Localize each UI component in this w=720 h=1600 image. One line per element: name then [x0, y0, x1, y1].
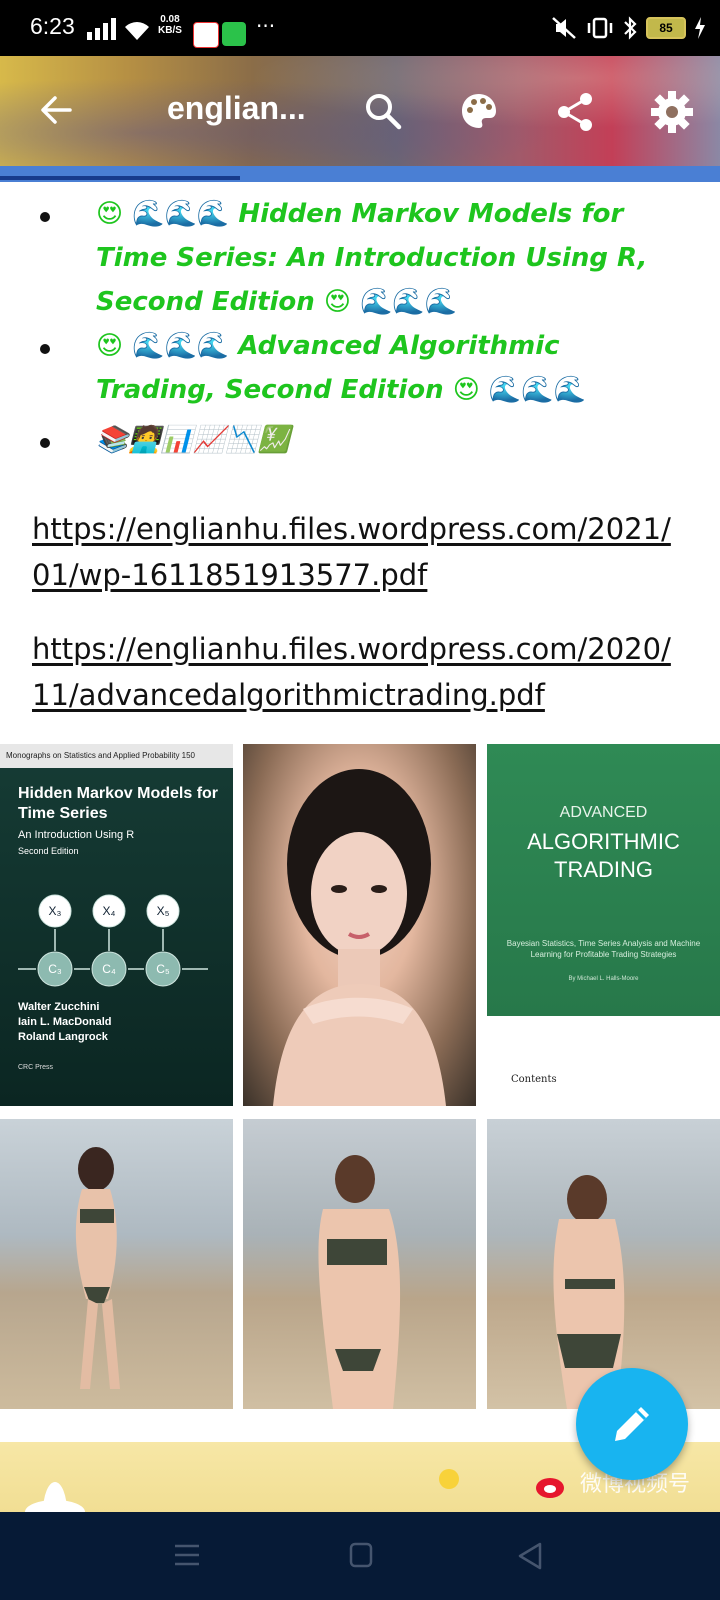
- share-icon[interactable]: [556, 92, 594, 132]
- emoji-suffix: 😍 🌊🌊🌊: [452, 375, 586, 405]
- system-nav-bar: [0, 1512, 720, 1600]
- search-icon[interactable]: [364, 92, 402, 130]
- status-right-icons: 85: [550, 16, 706, 40]
- cover-edition: Second Edition: [18, 846, 79, 856]
- status-bar: 6:23 0.08 KB/S ··· 85: [0, 0, 720, 56]
- book-list: 😍 🌊🌊🌊 Hidden Markov Models for Time Seri…: [0, 192, 720, 462]
- contents-heading: Contents: [511, 1074, 557, 1085]
- cover-author: By Michael L. Halls-Moore: [568, 976, 639, 982]
- emoji-prefix: 😍 🌊🌊🌊: [96, 331, 230, 361]
- back-triangle-icon[interactable]: [518, 1542, 542, 1570]
- hmm-book-cover-image[interactable]: Monographs on Statistics and Applied Pro…: [0, 744, 233, 1106]
- node-c4: C₄: [102, 962, 116, 976]
- battery-indicator: 85: [646, 17, 686, 39]
- more-notifications-icon: ···: [256, 14, 276, 38]
- cover-authors: Walter Zucchini Iain L. MacDonald Roland…: [18, 1000, 112, 1045]
- app-notification-icon: [193, 22, 219, 48]
- cover-publisher: CRC Press: [18, 1064, 54, 1071]
- beach-photo-1[interactable]: [0, 1119, 233, 1409]
- author: Roland Langrock: [18, 1031, 108, 1043]
- weibo-icon: [536, 1478, 564, 1498]
- pdf-link-aat[interactable]: https://englianhu.files.wordpress.com/20…: [32, 626, 672, 718]
- daisy-decoration: [25, 1482, 85, 1514]
- portrait-figure: [273, 769, 446, 1106]
- portrait-photo[interactable]: [243, 744, 476, 1106]
- network-speed-unit: KB/S: [158, 25, 182, 36]
- beach-figure: [318, 1155, 401, 1409]
- emoji-row: 📚🧑‍💻📊📈📉💹: [96, 425, 291, 455]
- beach-photo-3[interactable]: [487, 1119, 720, 1409]
- gear-icon[interactable]: [650, 90, 694, 134]
- pencil-icon: [615, 1407, 649, 1441]
- cover-title-line1: ADVANCED: [559, 804, 648, 821]
- pdf-link-hmm[interactable]: https://englianhu.files.wordpress.com/20…: [32, 506, 672, 598]
- edit-fab-button[interactable]: [576, 1368, 688, 1480]
- sun-decoration: [439, 1469, 459, 1489]
- beach-figure: [553, 1175, 625, 1409]
- cover-title-main: ALGORITHMIC TRADING: [487, 828, 720, 884]
- status-time: 6:23: [30, 13, 75, 39]
- cover-subtitle: An Introduction Using R: [18, 829, 135, 841]
- list-item: 📚🧑‍💻📊📈📉💹: [40, 418, 676, 462]
- markov-diagram: X₃ X₄ X₅ C₃ C₄ C₅: [18, 894, 208, 987]
- cover-series: Monographs on Statistics and Applied Pro…: [0, 744, 233, 768]
- reading-progress-fill: [0, 176, 240, 180]
- node-x3: X₃: [49, 904, 62, 918]
- cover-title: Hidden Markov Models for Time Series: [18, 785, 219, 822]
- page-title: englian...: [167, 90, 306, 126]
- home-square-icon[interactable]: [349, 1542, 373, 1568]
- node-c5: C₅: [156, 962, 170, 976]
- mute-vibrate-icon: [552, 17, 576, 39]
- emoji-suffix: 😍 🌊🌊🌊: [323, 287, 458, 317]
- emoji-prefix: 😍 🌊🌊🌊: [96, 199, 230, 229]
- beach-photo-2[interactable]: [243, 1119, 476, 1409]
- wifi-icon: [125, 22, 149, 40]
- cover-title-line2: ALGORITHMIC: [527, 829, 680, 854]
- cover-tagline: Bayesian Statistics, Time Series Analysi…: [506, 939, 701, 959]
- charging-icon: [695, 17, 705, 39]
- list-item: 😍 🌊🌊🌊 Hidden Markov Models for Time Seri…: [40, 192, 676, 324]
- node-x4: X₄: [103, 904, 116, 918]
- line-app-icon: [222, 22, 246, 46]
- aat-book-cover-image[interactable]: ADVANCED ALGORITHMIC TRADING Bayesian St…: [487, 744, 720, 1106]
- vibrate-icon: [587, 17, 613, 39]
- back-icon[interactable]: [38, 92, 74, 128]
- app-bar: englian...: [0, 56, 720, 166]
- post-content: 😍 🌊🌊🌊 Hidden Markov Models for Time Seri…: [0, 190, 720, 718]
- author: Iain L. MacDonald: [18, 1016, 112, 1028]
- palette-icon[interactable]: [460, 92, 498, 130]
- cover-title-line3: TRADING: [554, 857, 653, 882]
- network-speed-value: 0.08: [160, 14, 180, 25]
- author: Walter Zucchini: [18, 1001, 100, 1013]
- list-item: 😍 🌊🌊🌊 Advanced Algorithmic Trading, Seco…: [40, 324, 676, 412]
- node-c3: C₃: [48, 962, 62, 976]
- beach-figure: [75, 1147, 120, 1389]
- menu-icon[interactable]: [174, 1542, 200, 1568]
- bluetooth-icon: [624, 16, 637, 40]
- signal-icon: [87, 18, 116, 40]
- node-x5: X₅: [157, 904, 170, 918]
- network-speed: 0.08 KB/S: [158, 14, 182, 36]
